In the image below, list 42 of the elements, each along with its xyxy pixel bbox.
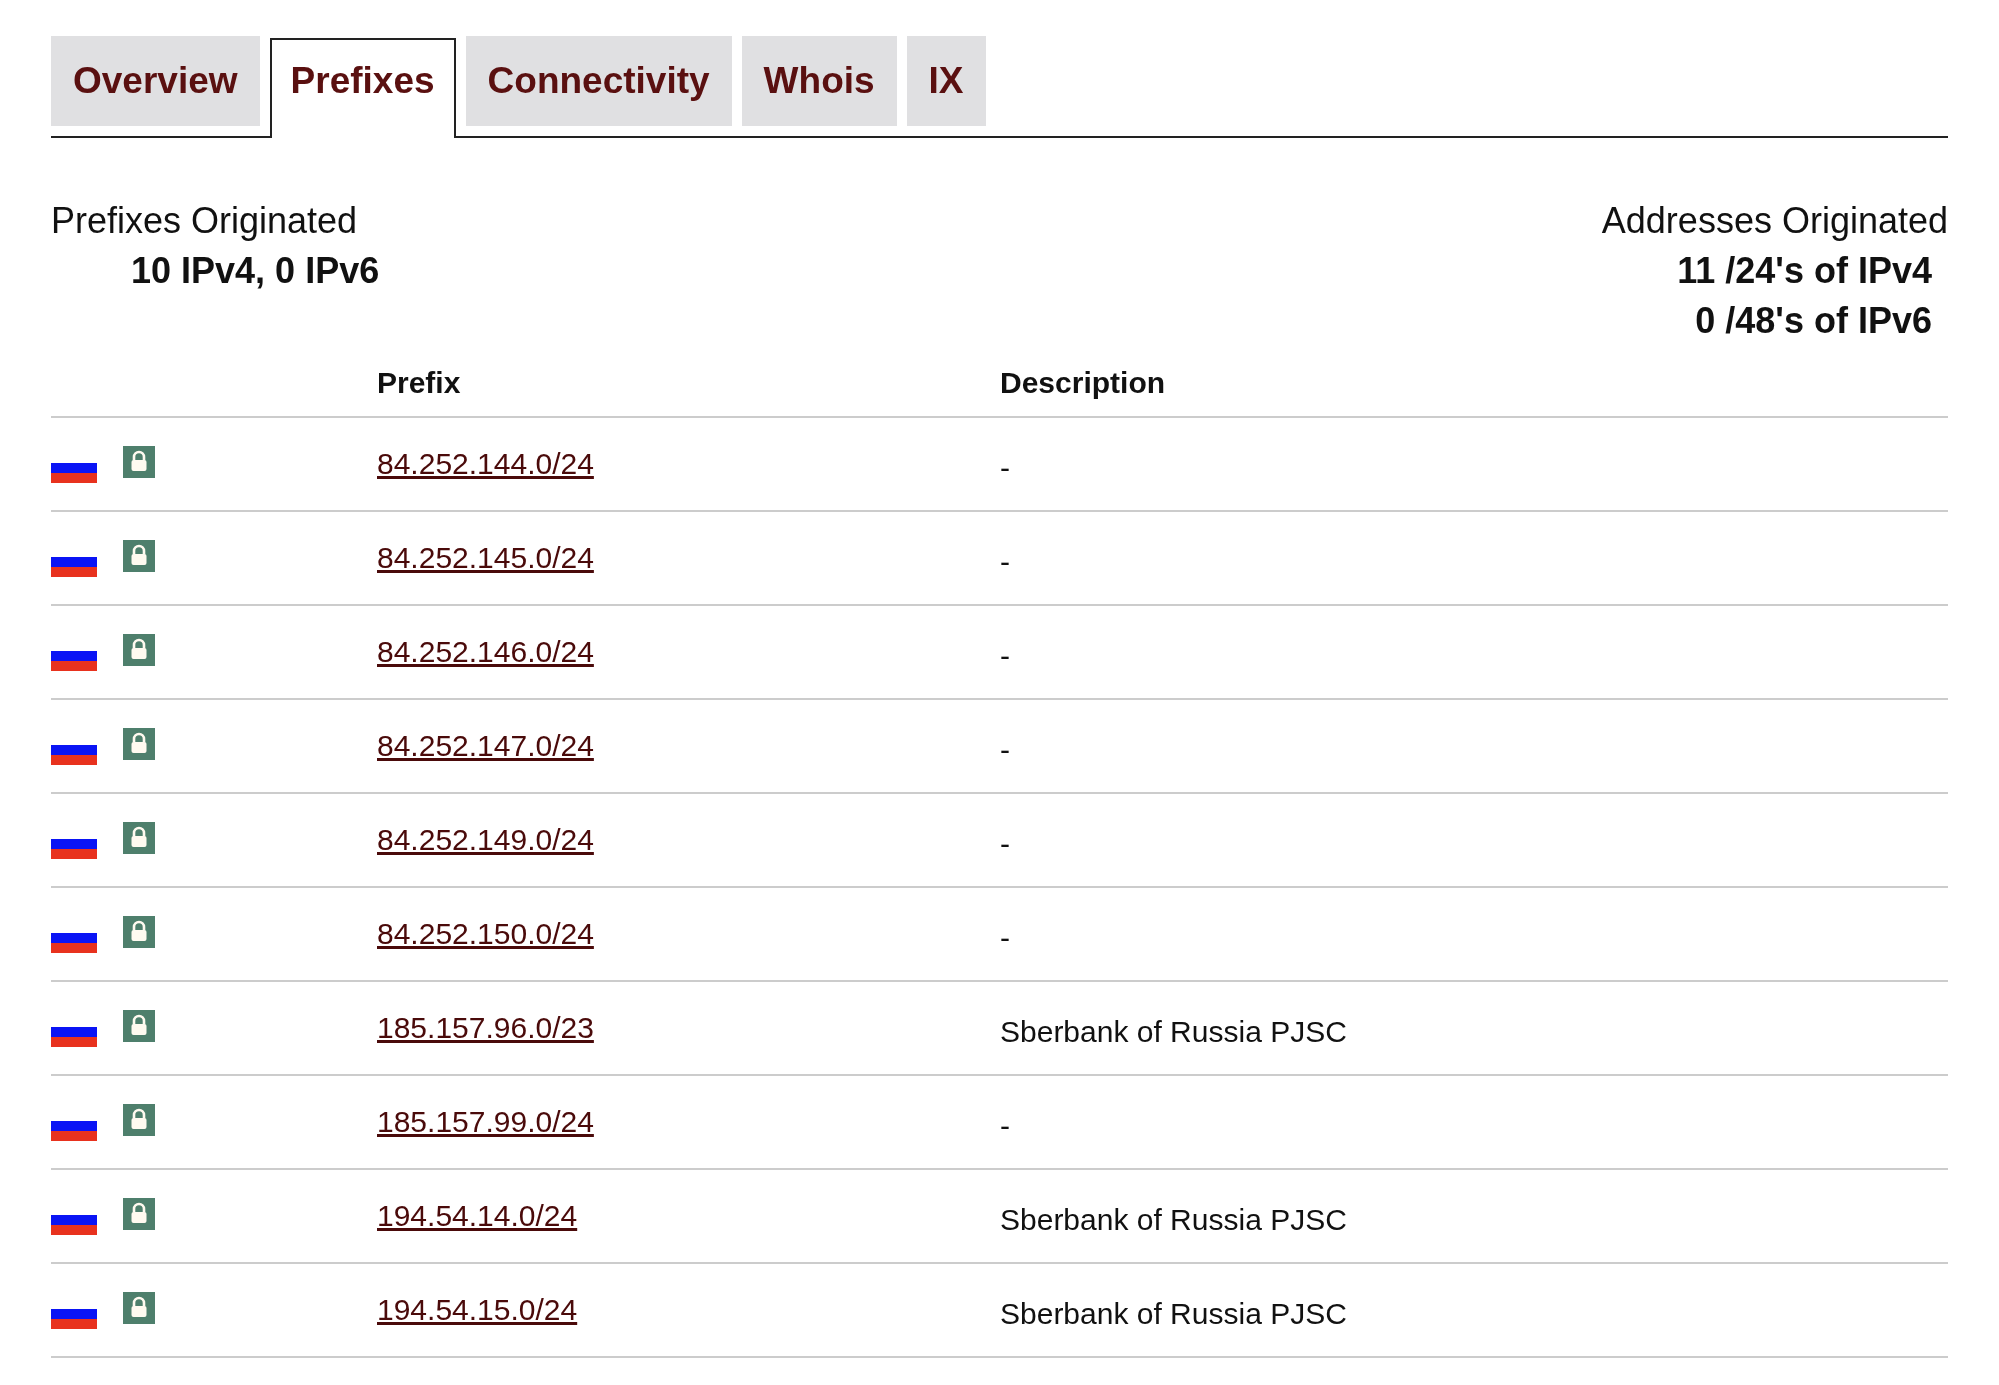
tab[interactable]: Prefixes [269, 38, 456, 138]
lock-icon [123, 1292, 155, 1324]
prefix-link[interactable]: 84.252.150.0/24 [377, 917, 594, 950]
description-text: - [1000, 1109, 1011, 1143]
addresses-count: 11 /24's of IPv4 [1677, 249, 1933, 293]
description-text: - [1000, 451, 1011, 485]
description-text: - [1000, 921, 1011, 955]
tab[interactable]: Overview [51, 36, 260, 126]
prefix-link[interactable]: 84.252.144.0/24 [377, 447, 594, 480]
lock-icon [123, 822, 155, 854]
prefix-link[interactable]: 84.252.149.0/24 [377, 823, 594, 856]
lock-icon [123, 728, 155, 760]
tab[interactable]: Connectivity [465, 36, 732, 126]
prefix-link[interactable]: 84.252.147.0/24 [377, 729, 594, 762]
lock-icon [123, 540, 155, 572]
prefix-link[interactable]: 185.157.96.0/23 [377, 1011, 594, 1044]
prefix-link[interactable]: 84.252.146.0/24 [377, 635, 594, 668]
lock-icon [123, 634, 155, 666]
lock-icon [123, 1010, 155, 1042]
description-text: - [1000, 545, 1011, 579]
tab[interactable]: IX [906, 36, 986, 126]
tab[interactable]: Whois [741, 36, 897, 126]
lock-icon [123, 446, 155, 478]
description-text: - [1000, 827, 1011, 861]
lock-icon [123, 1198, 155, 1230]
lock-icon [123, 1104, 155, 1136]
prefix-link[interactable]: 194.54.15.0/24 [377, 1293, 578, 1326]
prefix-link[interactable]: 185.157.99.0/24 [377, 1105, 594, 1138]
prefixes-count: 10 IPv4, 0 IPv6 [130, 249, 380, 293]
description-text: - [1000, 733, 1011, 767]
description-text: Sberbank of Russia PJSC [1000, 1297, 1348, 1331]
column-header: Description [1000, 366, 1167, 400]
addresses-count: 0 /48's of IPv6 [1695, 299, 1933, 343]
description-text: Sberbank of Russia PJSC [1000, 1203, 1348, 1237]
addresses-originated-title: Addresses Originated [1601, 199, 1948, 243]
lock-icon [123, 916, 155, 948]
prefix-link[interactable]: 194.54.14.0/24 [377, 1199, 578, 1232]
column-header: Prefix [377, 366, 462, 400]
description-text: Sberbank of Russia PJSC [1000, 1015, 1348, 1049]
description-text: - [1000, 639, 1011, 673]
prefix-link[interactable]: 84.252.145.0/24 [377, 541, 594, 574]
prefixes-originated-title: Prefixes Originated [51, 199, 358, 243]
